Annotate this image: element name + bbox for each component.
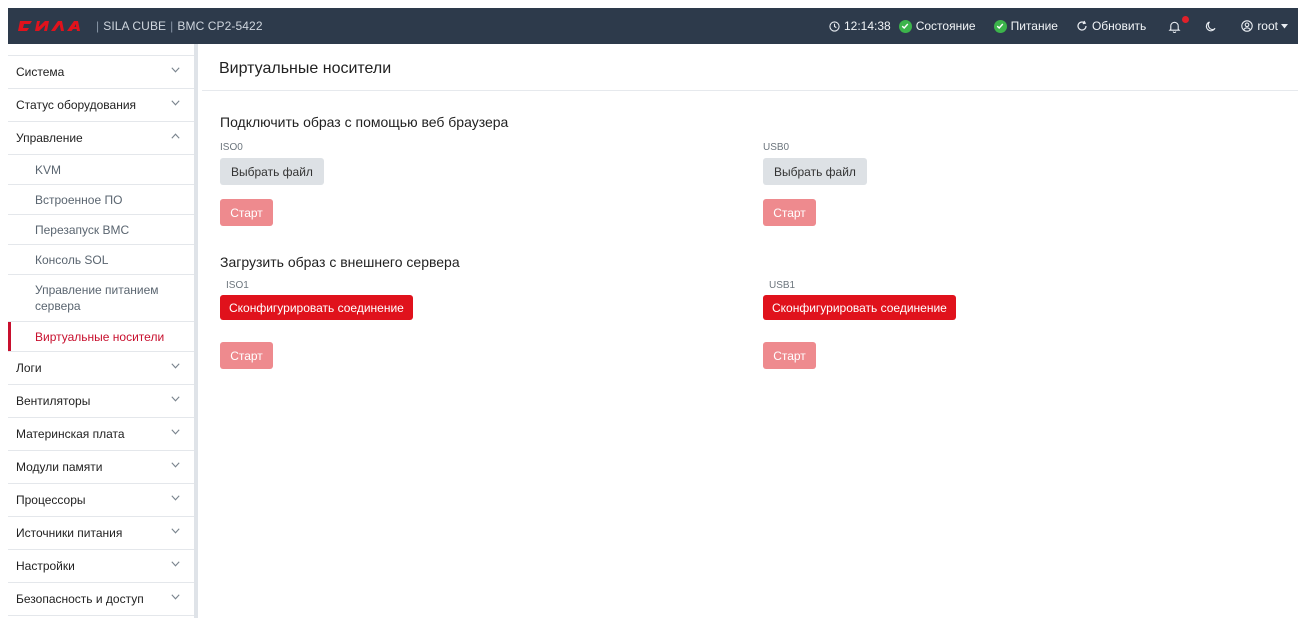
- usb1-start-button[interactable]: Старт: [763, 342, 816, 369]
- sidebar-item-label: Управление: [16, 131, 83, 145]
- top-navbar-actions: 12:14:38 Состояние Питание Обновить root: [811, 8, 1298, 44]
- sidebar-item-label: Система: [16, 65, 65, 79]
- chevron-down-icon: [171, 100, 180, 106]
- clock-display: 12:14:38: [829, 19, 891, 33]
- iso1-configure-connection-button[interactable]: Сконфигурировать соединение: [220, 295, 413, 320]
- moon-icon: [1205, 20, 1217, 32]
- refresh-button[interactable]: Обновить: [1076, 19, 1146, 33]
- power-status-link[interactable]: Питание: [993, 19, 1058, 33]
- check-circle-icon: [993, 19, 1007, 33]
- sidebar-item-memory[interactable]: Модули памяти: [8, 451, 194, 484]
- sidebar-item-label: Статус оборудования: [16, 98, 137, 112]
- sidebar-subitem-kvm[interactable]: KVM: [8, 155, 194, 185]
- usb1-label: USB1: [769, 280, 796, 291]
- notification-badge: [1182, 15, 1190, 23]
- window-top-strip: [0, 0, 1298, 8]
- sidebar-nav: Система Статус оборудования Управление K…: [8, 44, 198, 618]
- clock-icon: [829, 20, 840, 32]
- chevron-down-icon: [171, 561, 180, 567]
- page-title: Виртуальные носители: [219, 60, 392, 77]
- sidebar-item-hardware-status[interactable]: Статус оборудования: [8, 89, 194, 122]
- chevron-down-icon: [171, 528, 180, 534]
- sidebar-item-label: Логи: [16, 361, 42, 375]
- sidebar-item-label: Модули памяти: [16, 460, 103, 474]
- sidebar-item-control[interactable]: Управление: [8, 122, 194, 155]
- sidebar-item-label: Материнская плата: [16, 427, 125, 441]
- top-navbar: | SILA CUBE | BMC CP2-5422 12:14:38 Состоян…: [8, 8, 1298, 44]
- sidebar-subitem-server-power[interactable]: Управление питанием сервера: [8, 275, 194, 322]
- sidebar-item-label: Источники питания: [16, 526, 123, 540]
- sidebar-item-fans[interactable]: Вентиляторы: [8, 385, 194, 418]
- refresh-label: Обновить: [1091, 19, 1147, 33]
- sidebar-item-logs[interactable]: Логи: [8, 352, 194, 385]
- browser-section-title: Подключить образ с помощью веб браузера: [220, 114, 509, 130]
- chevron-down-icon: [171, 396, 180, 402]
- sila-logo-icon: [18, 21, 80, 31]
- chevron-down-icon: [171, 594, 180, 600]
- iso0-choose-file-button[interactable]: Выбрать файл: [220, 158, 324, 185]
- sidebar-subitem-label: Встроенное ПО: [35, 192, 123, 207]
- chevron-up-icon: [171, 133, 180, 139]
- sidebar-item-power-supplies[interactable]: Источники питания: [8, 517, 194, 550]
- power-status-label: Питание: [1010, 19, 1058, 33]
- sidebar-item-label: Настройки: [16, 559, 75, 573]
- iso1-start-button[interactable]: Старт: [220, 342, 273, 369]
- app-name: | SILA CUBE | BMC CP2-5422: [96, 19, 263, 33]
- sidebar-item-security[interactable]: Безопасность и доступ: [8, 583, 194, 616]
- usb0-choose-file-button[interactable]: Выбрать файл: [763, 158, 867, 185]
- chevron-down-icon: [171, 462, 180, 468]
- sidebar-subitem-label: Управление питанием сервера: [35, 283, 159, 313]
- product-name: SILA CUBE: [103, 19, 167, 33]
- check-circle-icon: [898, 19, 912, 33]
- caret-down-icon: [1281, 23, 1288, 29]
- chevron-down-icon: [171, 67, 180, 73]
- sidebar-item-label: Безопасность и доступ: [16, 592, 144, 606]
- iso0-label: ISO0: [220, 142, 243, 153]
- chevron-down-icon: [171, 363, 180, 369]
- sidebar-item-motherboard[interactable]: Материнская плата: [8, 418, 194, 451]
- usb1-configure-connection-button[interactable]: Сконфигурировать соединение: [763, 295, 956, 320]
- sidebar-item-system[interactable]: Система: [8, 56, 194, 89]
- sidebar-subitem-firmware[interactable]: Встроенное ПО: [8, 185, 194, 215]
- bell-icon: [1168, 20, 1181, 33]
- sidebar-top-spacer: [8, 44, 194, 56]
- user-circle-icon: [1241, 20, 1254, 32]
- server-section-title: Загрузить образ с внешнего сервера: [220, 254, 460, 270]
- iso0-start-button[interactable]: Старт: [220, 199, 273, 226]
- sidebar-item-processors[interactable]: Процессоры: [8, 484, 194, 517]
- sidebar-subitem-label: Перезапуск BMC: [35, 222, 130, 237]
- sidebar-subitem-sol-console[interactable]: Консоль SOL: [8, 245, 194, 275]
- app-window: | SILA CUBE | BMC CP2-5422 12:14:38 Состоян…: [0, 0, 1298, 618]
- main-content: Виртуальные носители Подключить образ с …: [202, 44, 1298, 618]
- health-status-link[interactable]: Состояние: [898, 19, 976, 33]
- sidebar-item-label: Процессоры: [16, 493, 86, 507]
- notifications-button[interactable]: [1168, 15, 1190, 33]
- sidebar-item-settings[interactable]: Настройки: [8, 550, 194, 583]
- sidebar-subitem-label: KVM: [35, 162, 62, 177]
- sidebar-subitem-bmc-reboot[interactable]: Перезапуск BMC: [8, 215, 194, 245]
- sidebar-subitem-label: Консоль SOL: [35, 252, 109, 267]
- brand-logo[interactable]: | SILA CUBE | BMC CP2-5422: [18, 19, 263, 33]
- chevron-down-icon: [171, 495, 180, 501]
- device-name: BMC CP2-5422: [177, 19, 263, 33]
- chevron-down-icon: [171, 429, 180, 435]
- sidebar-subitem-label: Виртуальные носители: [35, 329, 165, 344]
- theme-toggle[interactable]: [1205, 20, 1221, 32]
- iso1-label: ISO1: [226, 280, 249, 291]
- refresh-icon: [1076, 20, 1088, 32]
- user-menu[interactable]: root: [1241, 19, 1288, 33]
- health-status-label: Состояние: [915, 19, 976, 33]
- title-divider: [202, 90, 1298, 91]
- sidebar-item-label: Вентиляторы: [16, 394, 91, 408]
- user-name: root: [1257, 19, 1278, 33]
- clock-time: 12:14:38: [843, 19, 891, 33]
- sidebar-subitem-virtual-media[interactable]: Виртуальные носители: [8, 322, 194, 352]
- usb0-start-button[interactable]: Старт: [763, 199, 816, 226]
- usb0-label: USB0: [763, 142, 790, 153]
